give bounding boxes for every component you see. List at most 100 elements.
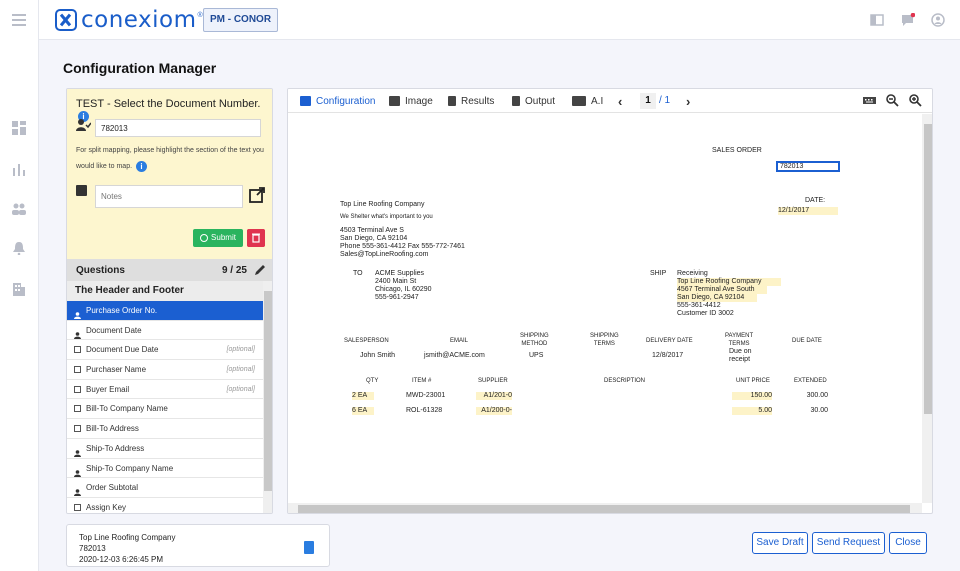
tab-output[interactable]: Output bbox=[512, 93, 555, 109]
doc-line-2-ext[interactable]: 30.00 bbox=[796, 407, 828, 415]
question-item[interactable]: Buyer Email [optional] bbox=[67, 379, 263, 400]
doc-ship-line-1[interactable]: Top Line Roofing Company bbox=[677, 278, 781, 286]
doc-email[interactable]: Sales@TopLineRoofing.com bbox=[340, 251, 428, 259]
doc-to-line-3[interactable]: Chicago, IL 60290 bbox=[375, 286, 432, 294]
note-icon bbox=[76, 185, 87, 196]
doc-ship-line-2[interactable]: 4567 Terminal Ave South bbox=[677, 286, 767, 294]
doc-to-line-4[interactable]: 555-961-2947 bbox=[375, 294, 419, 302]
notes-input[interactable] bbox=[95, 185, 243, 208]
doc-order-number-selected[interactable]: 782013 bbox=[776, 161, 840, 172]
person-icon bbox=[74, 327, 81, 339]
doc-line-1-unit[interactable]: 150.00 bbox=[732, 392, 772, 400]
question-item[interactable]: Purchaser Name [optional] bbox=[67, 360, 263, 380]
doc-ship-line-3[interactable]: San Diego, CA 92104 bbox=[677, 294, 757, 302]
question-item[interactable]: Bill-To Address bbox=[67, 419, 263, 439]
users-icon[interactable] bbox=[12, 202, 26, 216]
next-page-icon[interactable]: › bbox=[686, 94, 690, 109]
doc-to-line-1[interactable]: ACME Supplies bbox=[375, 270, 424, 278]
doc-line-2-unit[interactable]: 5.00 bbox=[732, 407, 772, 415]
zoom-out-icon[interactable] bbox=[886, 94, 899, 107]
viewer-horizontal-scroll-thumb[interactable] bbox=[298, 505, 910, 513]
tab-results[interactable]: Results bbox=[448, 93, 494, 109]
viewer-vertical-scrollbar[interactable] bbox=[922, 114, 932, 503]
viewer-horizontal-scrollbar[interactable] bbox=[288, 503, 922, 513]
question-list: Purchase Order No. Document Date Document … bbox=[67, 301, 263, 513]
document-number-input[interactable] bbox=[95, 119, 261, 137]
doc-line-2-item[interactable]: ROL-61328 bbox=[406, 407, 442, 415]
tab-configuration[interactable]: Configuration bbox=[300, 93, 375, 109]
doc-line-1-qty[interactable]: 2 EA bbox=[352, 392, 374, 400]
registered-mark: ® bbox=[197, 11, 203, 19]
file-export-icon bbox=[512, 96, 520, 106]
question-label: Assign Key bbox=[86, 502, 127, 512]
question-label: Order Subtotal bbox=[86, 483, 139, 493]
doc-col-salesperson: SALESPERSON bbox=[344, 338, 389, 344]
question-label: Ship-To Address bbox=[86, 443, 145, 453]
tab-image[interactable]: Image bbox=[389, 93, 433, 109]
logo-mark-icon bbox=[55, 9, 77, 31]
question-item[interactable]: Bill-To Company Name bbox=[67, 399, 263, 420]
doc-line-2-supplier[interactable]: A1/200-0- bbox=[476, 407, 512, 415]
doc-salesperson-email[interactable]: jsmith@ACME.com bbox=[424, 352, 485, 360]
menu-icon[interactable] bbox=[12, 14, 26, 28]
doc-tagline[interactable]: We Shelter what's important to you bbox=[340, 213, 433, 221]
doc-to-line-2[interactable]: 2400 Main St bbox=[375, 278, 416, 286]
doc-address-line-2[interactable]: San Diego, CA 92104 bbox=[340, 235, 407, 243]
doc-address-line-1[interactable]: 4503 Terminal Ave S bbox=[340, 227, 404, 235]
question-item[interactable]: Ship-To Company Name bbox=[67, 458, 263, 479]
doc-shipping-method[interactable]: UPS bbox=[529, 352, 543, 360]
question-list-scrollbar[interactable] bbox=[263, 281, 272, 513]
question-item[interactable]: Purchase Order No. bbox=[67, 301, 263, 321]
save-draft-button[interactable]: Save Draft bbox=[752, 532, 808, 554]
doc-line-2-qty[interactable]: 6 EA bbox=[352, 407, 374, 415]
doc-line-1-ext[interactable]: 300.00 bbox=[796, 392, 828, 400]
send-request-button[interactable]: Send Request bbox=[812, 532, 885, 554]
question-label: Purchase Order No. bbox=[86, 306, 158, 315]
open-external-icon[interactable] bbox=[249, 187, 265, 203]
panel-toggle-icon[interactable] bbox=[870, 13, 884, 27]
account-icon[interactable] bbox=[931, 13, 945, 27]
pencil-icon[interactable] bbox=[254, 264, 266, 276]
doc-company-name[interactable]: Top Line Roofing Company bbox=[340, 201, 424, 209]
doc-customer-id[interactable]: Customer ID 3002 bbox=[677, 310, 734, 318]
dashboard-icon[interactable] bbox=[12, 121, 26, 135]
document-file-icon[interactable] bbox=[304, 541, 314, 554]
current-page[interactable]: 1 bbox=[640, 93, 656, 109]
question-item[interactable]: Order Subtotal bbox=[67, 478, 263, 498]
doc-payment-terms[interactable]: Due on receipt bbox=[729, 348, 752, 364]
question-list-scroll-thumb[interactable] bbox=[264, 291, 272, 491]
keyboard-icon[interactable] bbox=[863, 94, 876, 107]
bar-chart-icon[interactable] bbox=[12, 162, 26, 176]
delete-button[interactable] bbox=[247, 229, 265, 247]
question-item[interactable]: Document Due Date [optional] bbox=[67, 340, 263, 361]
card-timestamp: 2020-12-03 6:26:45 PM bbox=[79, 555, 164, 564]
question-item[interactable]: Document Date bbox=[67, 320, 263, 341]
doc-ship-phone[interactable]: 555-361-4412 bbox=[677, 302, 721, 310]
question-item[interactable]: Ship-To Address bbox=[67, 438, 263, 459]
bell-icon[interactable] bbox=[12, 241, 26, 255]
pm-badge[interactable]: PM - CONOR bbox=[203, 8, 278, 32]
doc-date-value[interactable]: 12/1/2017 bbox=[778, 207, 838, 215]
doc-salesperson[interactable]: John Smith bbox=[360, 352, 395, 360]
tab-ai[interactable]: A.I bbox=[572, 93, 603, 109]
person-icon bbox=[74, 307, 81, 319]
doc-line-1-item[interactable]: MWD-23001 bbox=[406, 392, 445, 400]
submit-button[interactable]: Submit bbox=[193, 229, 243, 247]
doc-ship-receiving[interactable]: Receiving bbox=[677, 270, 708, 278]
left-rail bbox=[0, 0, 39, 571]
doc-line-1-supplier[interactable]: A1/201-0 bbox=[476, 392, 512, 400]
tab-image-label: Image bbox=[405, 95, 433, 107]
conexiom-logo[interactable]: conexiom ® bbox=[55, 7, 203, 33]
notification-icon[interactable] bbox=[901, 13, 915, 27]
close-button[interactable]: Close bbox=[889, 532, 927, 554]
checkbox-icon bbox=[74, 385, 81, 393]
question-label: Document Date bbox=[86, 325, 142, 335]
viewer-vertical-scroll-thumb[interactable] bbox=[924, 124, 932, 414]
doc-phone[interactable]: Phone 555-361-4412 Fax 555-772-7461 bbox=[340, 243, 465, 251]
split-info-icon[interactable]: i bbox=[135, 160, 147, 172]
building-icon[interactable] bbox=[12, 282, 26, 296]
question-item[interactable]: Assign Key bbox=[67, 497, 263, 513]
doc-delivery-date[interactable]: 12/8/2017 bbox=[652, 352, 683, 360]
zoom-in-icon[interactable] bbox=[909, 94, 922, 107]
prev-page-icon[interactable]: ‹ bbox=[618, 94, 622, 109]
